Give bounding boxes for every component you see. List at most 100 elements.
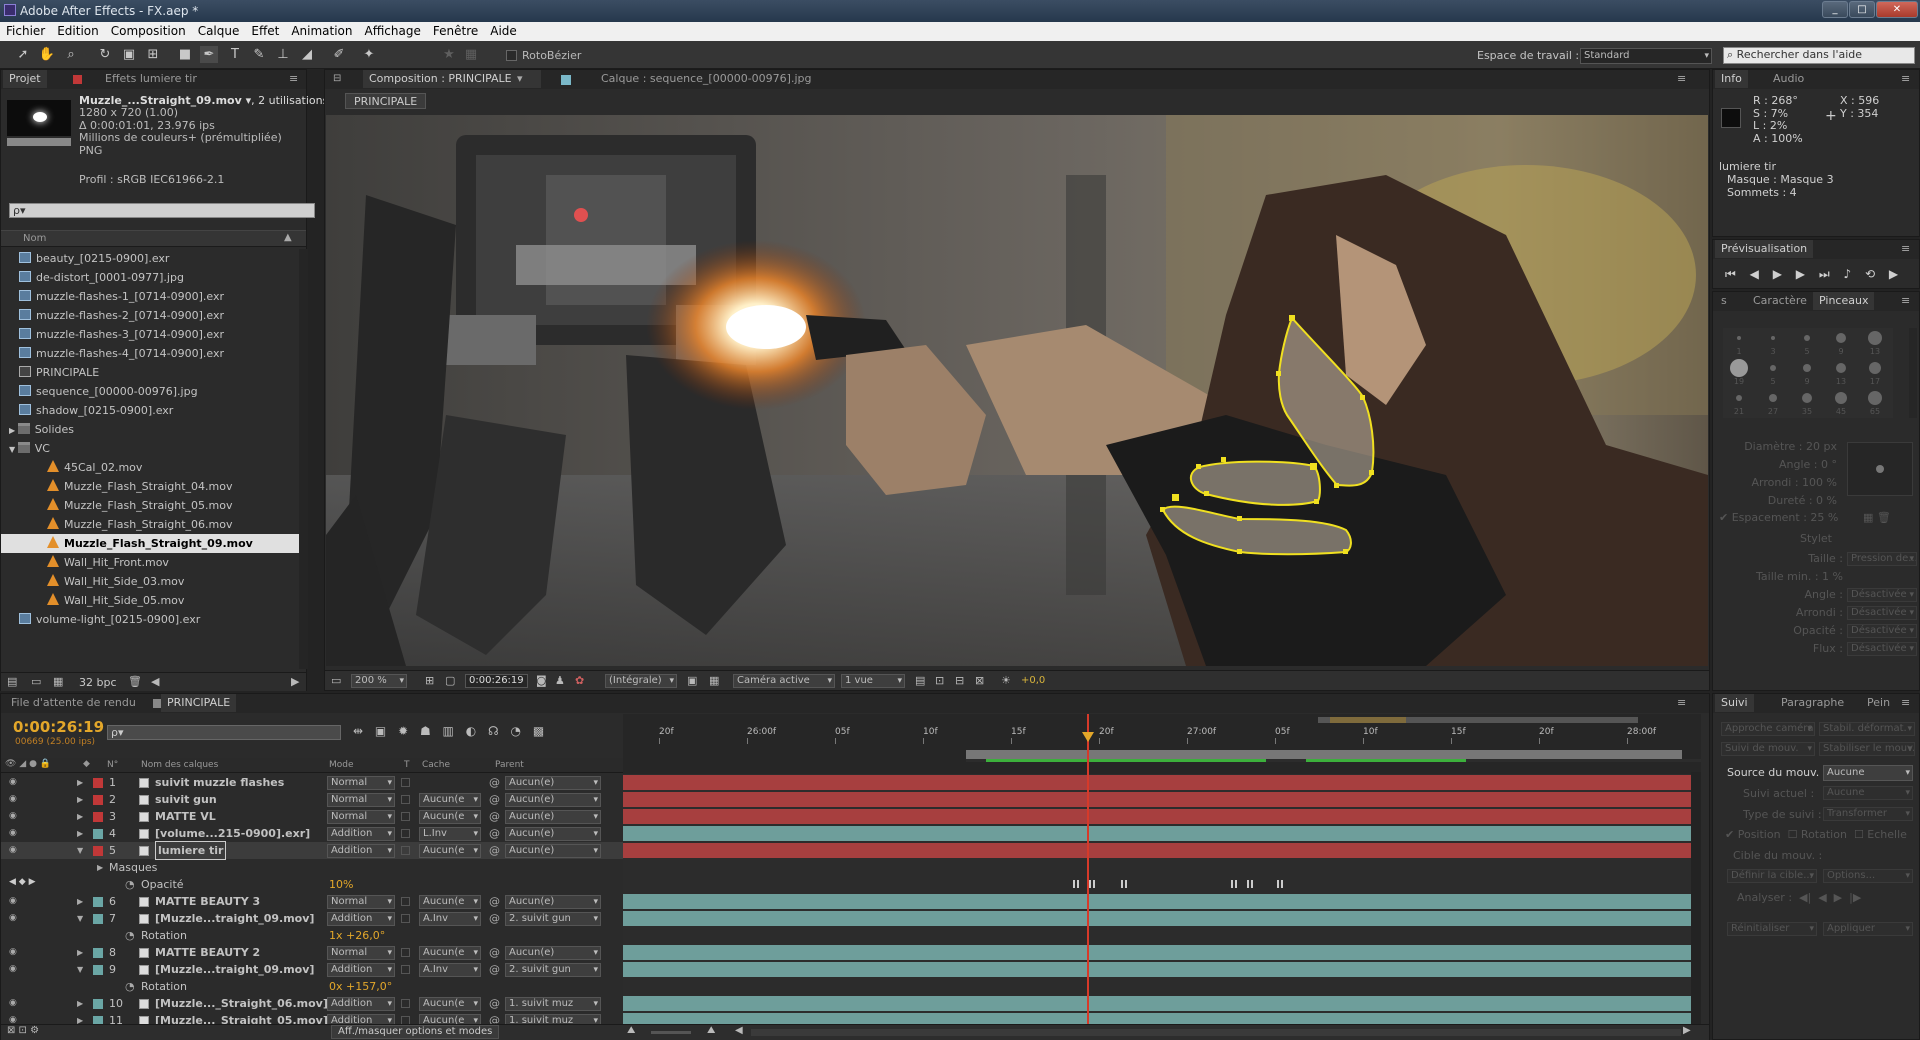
menu-effet[interactable]: Effet bbox=[245, 22, 285, 38]
label-swatch[interactable] bbox=[93, 1016, 103, 1024]
layer-row[interactable]: ◉ ▼ 9 [Muzzle...traight_09.mov] Addition A.In… bbox=[1, 961, 623, 978]
warp-stabilizer-button[interactable]: Stabil. déformat. bbox=[1819, 722, 1915, 736]
blend-mode-select[interactable]: Addition bbox=[327, 963, 395, 977]
brush-tip[interactable]: 21 bbox=[1723, 388, 1755, 416]
roundness-value[interactable]: Arrondi : 100 % bbox=[1727, 474, 1837, 492]
preserve-transparency-checkbox[interactable] bbox=[401, 948, 410, 957]
track-motion-button[interactable]: Suivi de mouv. bbox=[1721, 742, 1815, 756]
h-scroll-right-icon[interactable]: ▶ bbox=[1683, 1025, 1691, 1036]
menu-calque[interactable]: Calque bbox=[192, 22, 246, 38]
current-time-display[interactable]: 0:00:26:19 bbox=[465, 674, 528, 688]
size-select[interactable]: Pression de... bbox=[1847, 552, 1917, 566]
exposure-icon[interactable]: ☀ bbox=[1001, 674, 1011, 687]
visibility-icon[interactable]: ◉ bbox=[9, 808, 17, 825]
scale-checkbox[interactable]: ☐ bbox=[1854, 828, 1867, 841]
parent-select[interactable]: Aucun(e) bbox=[505, 776, 601, 790]
layer-name[interactable]: MATTE BEAUTY 2 bbox=[155, 944, 260, 961]
analyze-backward-icon[interactable]: ◀ bbox=[1818, 891, 1826, 904]
pickwhip-icon[interactable]: @ bbox=[489, 961, 500, 978]
track-type-select[interactable]: Transformer bbox=[1823, 807, 1913, 821]
label-swatch[interactable] bbox=[93, 948, 103, 958]
layer-name[interactable]: suivit gun bbox=[155, 791, 217, 808]
visibility-icon[interactable]: ◉ bbox=[9, 995, 17, 1012]
project-item[interactable]: beauty_[0215-0900].exr bbox=[1, 249, 301, 268]
track-matte-select[interactable]: A.Inv bbox=[419, 963, 481, 977]
blend-mode-select[interactable]: Addition bbox=[327, 844, 395, 858]
rotation-value[interactable]: 1x +26,0° bbox=[329, 927, 385, 944]
layer-tracks[interactable] bbox=[623, 774, 1701, 1024]
visibility-icon[interactable]: ◉ bbox=[9, 774, 17, 791]
brush-tip[interactable]: 3 bbox=[1757, 328, 1789, 356]
loop-icon[interactable]: ⟲ bbox=[1865, 267, 1875, 281]
mask-visibility-icon[interactable]: ▢ bbox=[445, 674, 455, 687]
keyframe-marker[interactable] bbox=[1073, 880, 1079, 888]
track-matte-select[interactable]: Aucun(e bbox=[419, 844, 481, 858]
preserve-transparency-checkbox[interactable] bbox=[401, 778, 410, 787]
brush-scrollbar[interactable] bbox=[1909, 328, 1917, 418]
options-button[interactable]: Options... bbox=[1823, 869, 1913, 883]
label-swatch[interactable] bbox=[93, 778, 103, 788]
brush-tip[interactable]: 65 bbox=[1859, 388, 1891, 416]
scroll-right-icon[interactable]: ▶ bbox=[291, 675, 299, 688]
snapshot-icon[interactable]: ◙ bbox=[536, 674, 547, 687]
track-matte-select[interactable]: Aucun(e bbox=[419, 997, 481, 1011]
parent-select[interactable]: Aucun(e) bbox=[505, 827, 601, 841]
keyframe-marker[interactable] bbox=[1247, 880, 1253, 888]
parent-select[interactable]: Aucun(e) bbox=[505, 844, 601, 858]
brushes-menu-icon[interactable]: ≡ bbox=[1901, 294, 1910, 307]
maximize-button[interactable]: □ bbox=[1849, 1, 1875, 18]
angle-value[interactable]: Angle : 0 ° bbox=[1727, 456, 1837, 474]
safe-zones-icon[interactable]: ⊞ bbox=[425, 674, 434, 687]
project-item[interactable]: shadow_[0215-0900].exr bbox=[1, 401, 301, 420]
brush-tip[interactable]: 9 bbox=[1791, 358, 1823, 386]
tab-audio[interactable]: Audio bbox=[1767, 70, 1810, 88]
layer-name[interactable]: [Muzzle...traight_09.mov] bbox=[155, 961, 314, 978]
brush-tip[interactable]: 35 bbox=[1791, 388, 1823, 416]
label-swatch[interactable] bbox=[93, 795, 103, 805]
view-layout-select[interactable]: 1 vue bbox=[841, 674, 905, 688]
reset-button[interactable]: Réinitialiser bbox=[1727, 922, 1817, 936]
layer-name[interactable]: lumiere tir bbox=[155, 841, 227, 860]
puppet-pin-tool-icon[interactable]: ✦ bbox=[360, 46, 378, 63]
analyze-forward-icon[interactable]: ▶ bbox=[1834, 891, 1842, 904]
project-item[interactable]: PRINCIPALE bbox=[1, 363, 301, 382]
project-item[interactable]: ▼ VC bbox=[1, 439, 301, 458]
keyframe-marker[interactable] bbox=[1231, 880, 1237, 888]
visibility-icon[interactable]: ◉ bbox=[9, 1012, 17, 1024]
brush-delete-icon[interactable]: ▦ 🗑 bbox=[1863, 511, 1891, 524]
preserve-transparency-checkbox[interactable] bbox=[401, 914, 410, 923]
analyze-back-icon[interactable]: ◀| bbox=[1799, 891, 1811, 904]
diameter-value[interactable]: Diamètre : 20 px bbox=[1727, 438, 1837, 456]
parent-select[interactable]: 1. suivit muz bbox=[505, 1014, 601, 1024]
layer-duration-bar[interactable] bbox=[623, 792, 1691, 807]
tab-render-queue[interactable]: File d'attente de rendu bbox=[5, 694, 142, 712]
pickwhip-icon[interactable]: @ bbox=[489, 944, 500, 961]
menu-composition[interactable]: Composition bbox=[105, 22, 192, 38]
stopwatch-icon[interactable]: ◔ bbox=[125, 978, 135, 995]
mini-flowchart-icon[interactable]: ⇹ bbox=[353, 724, 363, 738]
rotation-checkbox[interactable]: ☐ bbox=[1788, 828, 1801, 841]
minimize-button[interactable]: _ bbox=[1822, 1, 1848, 18]
visibility-icon[interactable]: ◉ bbox=[9, 791, 17, 808]
project-item[interactable]: Muzzle_Flash_Straight_09.mov bbox=[1, 534, 299, 553]
shy-icon[interactable]: ☗ bbox=[420, 724, 431, 738]
layer-name[interactable]: suivit muzzle flashes bbox=[155, 774, 284, 791]
interpret-footage-icon[interactable]: ▤ bbox=[7, 675, 17, 688]
visibility-icon[interactable]: ◉ bbox=[9, 825, 17, 842]
project-item[interactable]: Wall_Hit_Side_05.mov bbox=[1, 591, 301, 610]
layer-row[interactable]: ◉ ▶ 10 [Muzzle..._Straight_06.mov]Addition A… bbox=[1, 995, 623, 1012]
twirl-icon[interactable]: ▼ bbox=[77, 961, 83, 978]
label-swatch[interactable] bbox=[93, 846, 103, 856]
pickwhip-icon[interactable]: @ bbox=[489, 995, 500, 1012]
track-matte-select[interactable]: A.Inv bbox=[419, 912, 481, 926]
keyframe-marker[interactable] bbox=[1121, 880, 1127, 888]
label-swatch[interactable] bbox=[93, 999, 103, 1009]
time-ruler[interactable]: 20f 26:00f 05f 10f 15f 20f 27:00f 05f 10f 15f 20f 2… bbox=[623, 724, 1701, 744]
camera-select[interactable]: Caméra active bbox=[733, 674, 835, 688]
spacing-checkbox[interactable]: ✔ bbox=[1719, 511, 1732, 524]
layer-name[interactable]: [volume...215-0900].exr] bbox=[155, 825, 310, 842]
apply-button[interactable]: Appliquer bbox=[1823, 922, 1913, 936]
timeline-v-scrollbar[interactable] bbox=[1691, 772, 1701, 1024]
pickwhip-icon[interactable]: @ bbox=[489, 1012, 500, 1024]
menu-fichier[interactable]: Fichier bbox=[0, 22, 51, 38]
